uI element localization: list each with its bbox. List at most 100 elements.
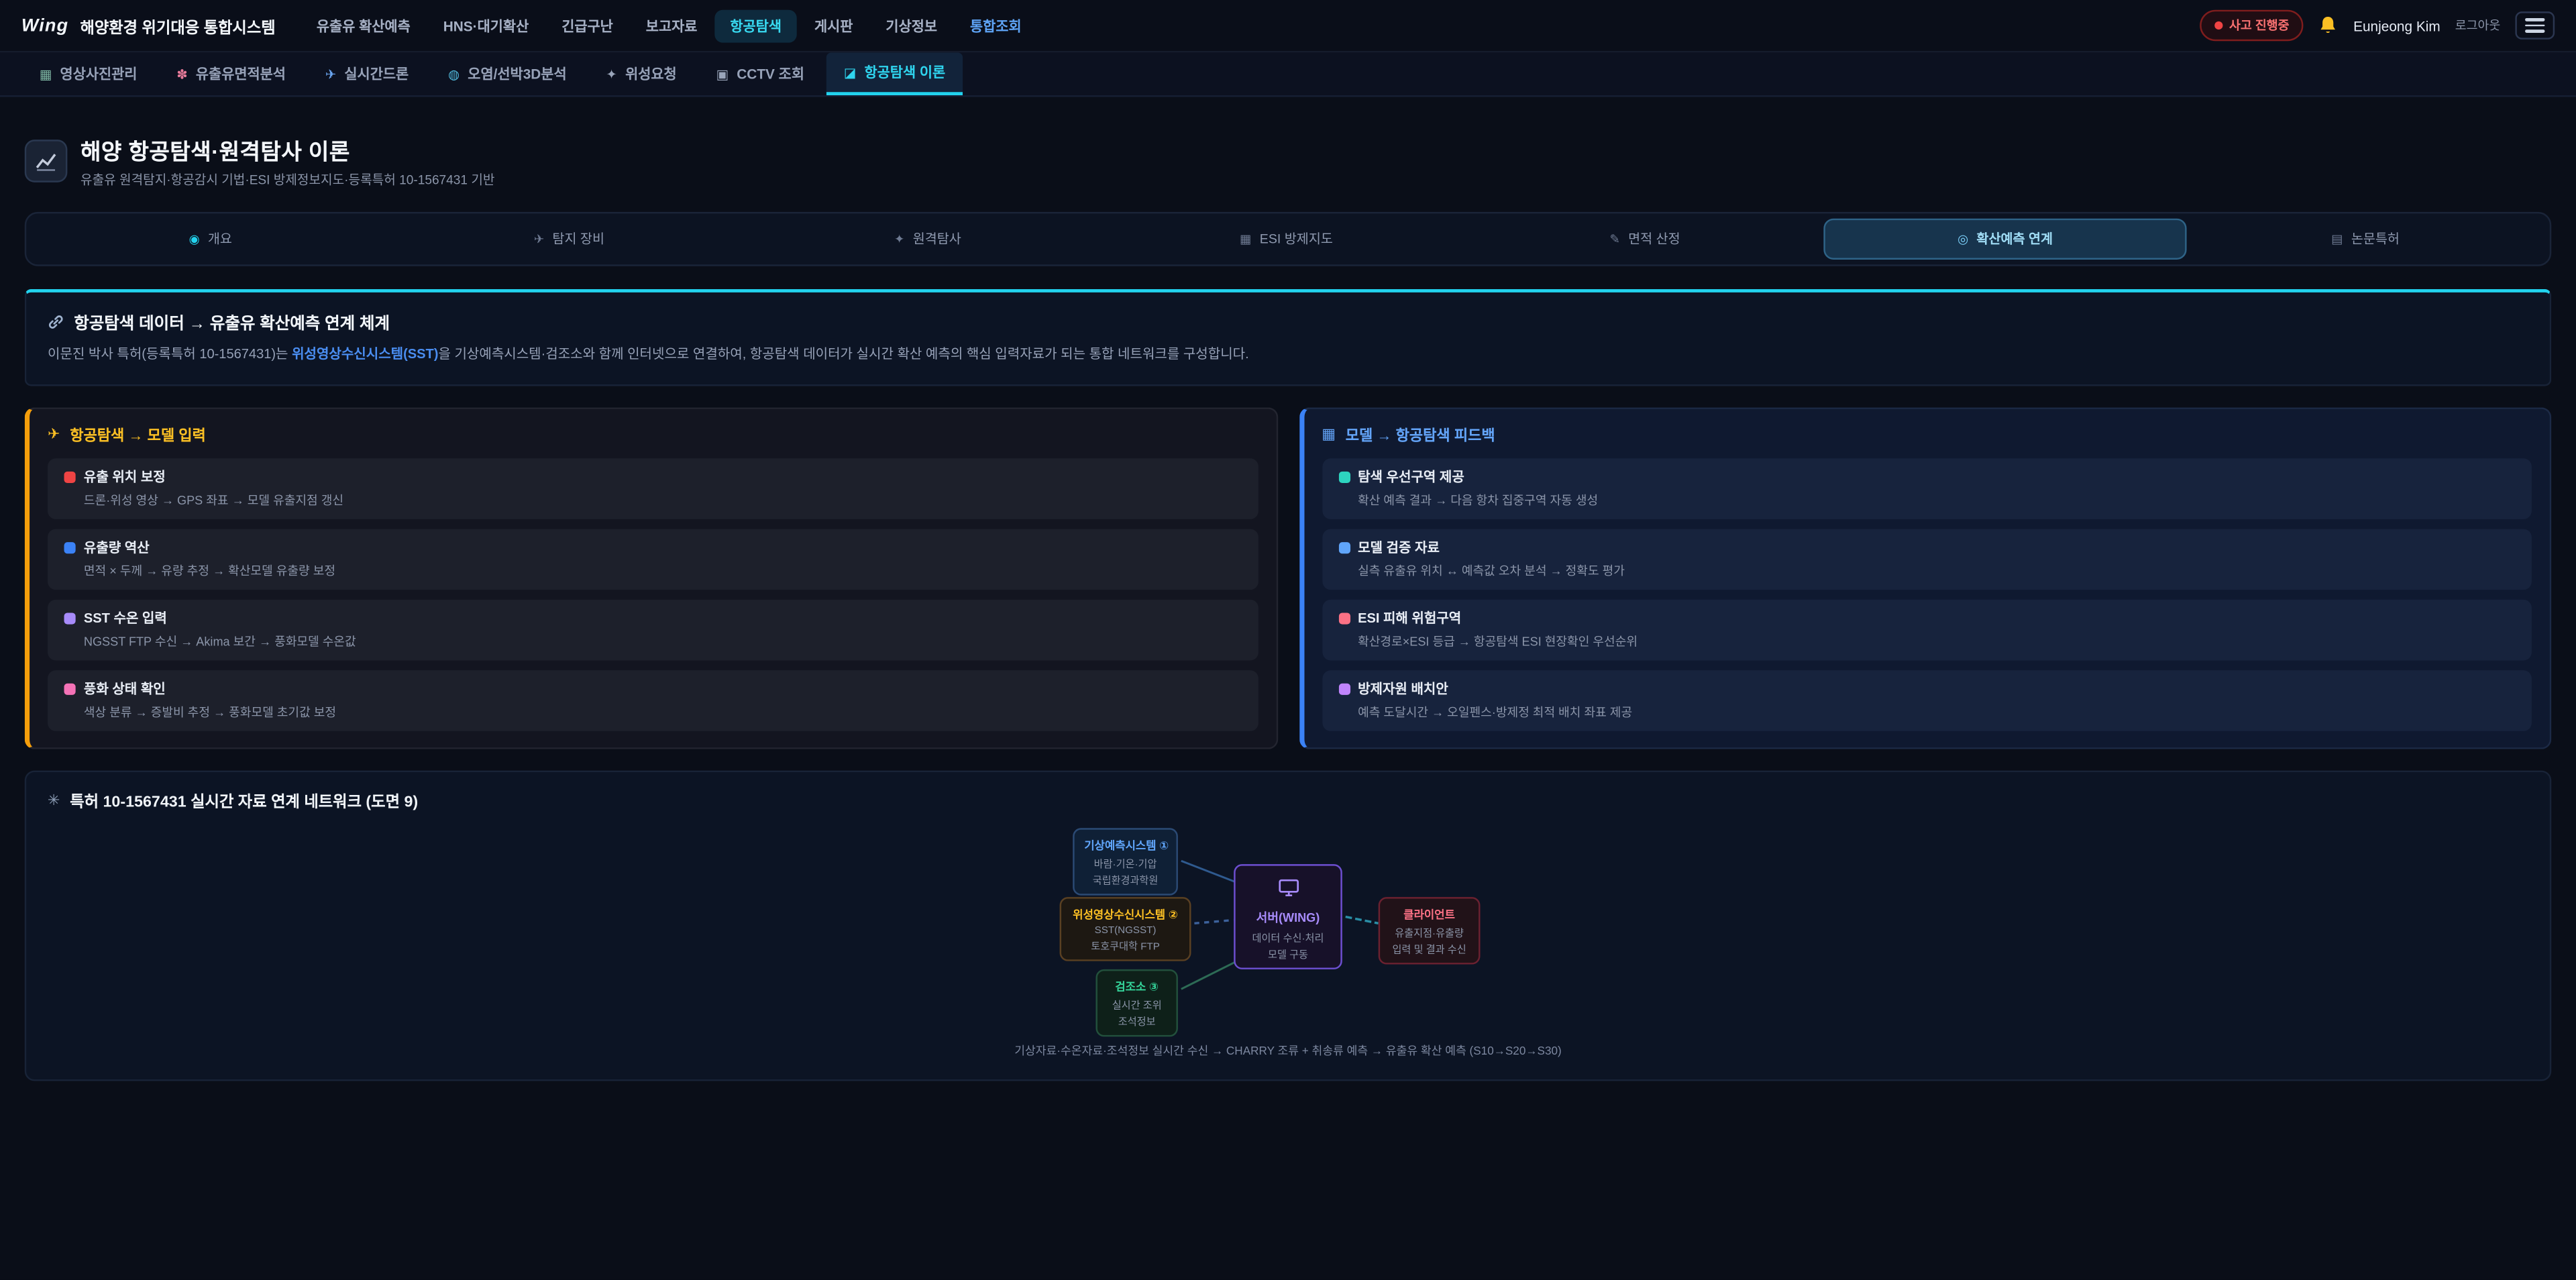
nav-item-hns[interactable]: HNS·대기확산 (429, 9, 544, 42)
page-header: 해양 항공탐색·원격탐사 이론 유출유 원격탐지·항공감시 기법·ESI 방제정… (25, 133, 2552, 189)
thermometer-icon (64, 612, 76, 624)
node-client: 클라이언트 유출지점·유출량 입력 및 결과 수신 (1379, 898, 1481, 965)
nav-item-diffusion[interactable]: 유출유 확산예측 (302, 9, 425, 42)
plane-icon: ✈ (48, 426, 60, 444)
map-icon: ▦ (1322, 426, 1336, 444)
wing-logo: Wing (21, 15, 68, 35)
node-line: 조석정보 (1108, 1014, 1167, 1029)
nav-item-integrated-search[interactable]: 통합조회 (955, 9, 1036, 42)
topbar: Wing 해양환경 위기대응 통합시스템 유출유 확산예측 HNS·대기확산 긴… (0, 0, 2576, 52)
sst-system-link[interactable]: 위성영상수신시스템(SST) (292, 347, 438, 362)
document-icon: ▤ (2331, 231, 2343, 246)
nav-item-board[interactable]: 게시판 (800, 9, 868, 42)
nav-item-weather-info[interactable]: 기상정보 (871, 9, 952, 42)
app-title: 해양환경 위기대응 통합시스템 (80, 14, 275, 37)
palette-icon (64, 683, 76, 694)
tab-label: 실시간드론 (344, 64, 409, 84)
item-title: 풍화 상태 확인 (84, 679, 166, 698)
item-desc: 색상 분류 → 증발비 추정 → 풍화모델 초기값 보정 (84, 704, 1241, 722)
list-item: ESI 피해 위험구역 확산경로×ESI 등급 → 항공탐색 ESI 현장확인 … (1322, 600, 2532, 661)
tab-realtime-drone[interactable]: ✈ 실시간드론 (307, 52, 427, 95)
nav-item-reports[interactable]: 보고자료 (631, 9, 712, 42)
logout-button[interactable]: 로그아웃 (2455, 16, 2501, 34)
map-icon: ▦ (1240, 231, 1251, 246)
tab-pollution-3d[interactable]: ◍ 오염/선박3D분석 (430, 52, 585, 95)
pill-label: 면적 산정 (1628, 230, 1680, 248)
overview-icon: ◉ (189, 231, 200, 246)
pill-remote-sensing[interactable]: ✦ 원격탐사 (749, 219, 1108, 260)
alert-icon (1338, 612, 1350, 624)
nav-item-aerial-search[interactable]: 항공탐색 (715, 9, 796, 42)
page-subtitle: 유출유 원격탐지·항공감시 기법·ESI 방제정보지도·등록특허 10-1567… (80, 171, 494, 189)
monitor-icon (1277, 879, 1299, 898)
item-title: SST 수온 입력 (84, 608, 167, 628)
pill-prediction-linkage[interactable]: ◎ 확산예측 연계 (1824, 219, 2186, 260)
node-title: 클라이언트 (1390, 906, 1469, 922)
linkage-text-post: 을 기상예측시스템·검조소와 함께 인터넷으로 연결하여, 항공탐색 데이터가 … (438, 347, 1248, 362)
tab-aerial-theory[interactable]: ◪ 항공탐색 이론 (826, 52, 963, 95)
pill-label: 확산예측 연계 (1976, 230, 2053, 248)
theory-chart-icon (25, 140, 68, 182)
tab-label: 항공탐색 이론 (865, 62, 946, 82)
bell-icon[interactable] (2319, 15, 2339, 36)
plane-icon: ✈ (534, 231, 544, 246)
cctv-icon: ▣ (716, 66, 729, 81)
item-desc: 예측 도달시간 → 오일펜스·방제정 최적 배치 좌표 제공 (1358, 704, 2515, 722)
pencil-icon: ✎ (1609, 231, 1619, 246)
aerial-to-model-card: ✈ 항공탐색 → 모델 입력 유출 위치 보정 드론·위성 영상 → GPS 좌… (25, 408, 1277, 749)
list-item: 유출량 역산 면적 × 두께 → 유량 추정 → 확산모델 유출량 보정 (48, 529, 1258, 590)
nav-item-rescue[interactable]: 긴급구난 (547, 9, 628, 42)
tab-cctv[interactable]: ▣ CCTV 조회 (698, 52, 822, 95)
item-title: 모델 검증 자료 (1358, 538, 1440, 557)
pill-detection-equipment[interactable]: ✈ 탐지 장비 (390, 219, 749, 260)
topbar-right: 사고 진행중 Eunjeong Kim 로그아웃 (2200, 10, 2555, 42)
item-desc: NGSST FTP 수신 → Akima 보간 → 풍화모델 수온값 (84, 633, 1241, 651)
list-item: 모델 검증 자료 실측 유출유 위치 ↔ 예측값 오차 분석 → 정확도 평가 (1322, 529, 2532, 590)
pill-esi-map[interactable]: ▦ ESI 방제지도 (1107, 219, 1466, 260)
chart-icon (1338, 542, 1350, 553)
node-wing-server: 서버(WING) 데이터 수신·처리 모델 구동 (1234, 865, 1342, 970)
hamburger-menu-button[interactable] (2515, 11, 2555, 40)
node-line: 입력 및 결과 수신 (1390, 942, 1469, 957)
node-line: 데이터 수신·처리 (1245, 930, 1330, 945)
zone-icon (1338, 471, 1350, 482)
node-line: 실시간 조위 (1108, 997, 1167, 1012)
tab-image-management[interactable]: ▦ 영상사진관리 (21, 52, 156, 95)
satellite-icon: ✦ (894, 231, 904, 246)
volume-icon (64, 542, 76, 553)
list-item: 방제자원 배치안 예측 도달시간 → 오일펜스·방제정 최적 배치 좌표 제공 (1322, 671, 2532, 732)
pill-papers-patents[interactable]: ▤ 논문특허 (2186, 219, 2545, 260)
incident-status-badge[interactable]: 사고 진행중 (2200, 10, 2304, 42)
linkage-paragraph: 이문진 박사 특허(등록특허 10-1567431)는 위성영상수신시스템(SS… (48, 345, 2528, 365)
tab-label: 위성요청 (625, 64, 677, 84)
item-desc: 드론·위성 영상 → GPS 좌표 → 모델 유출지점 갱신 (84, 492, 1241, 510)
pill-area-calculation[interactable]: ✎ 면적 산정 (1466, 219, 1825, 260)
network-web-icon: ✳ (48, 792, 60, 810)
pin-icon (64, 471, 76, 482)
app-root: Wing 해양환경 위기대응 통합시스템 유출유 확산예측 HNS·대기확산 긴… (0, 0, 2576, 1280)
incident-badge-label: 사고 진행중 (2229, 16, 2290, 34)
node-satellite-receiver: 위성영상수신시스템 ② SST(NGSST) 토호쿠대학 FTP (1060, 898, 1191, 962)
node-line: 바람·기온·기압 (1084, 855, 1166, 870)
feedback-card-title: ▦ 모델 → 항공탐색 피드백 (1322, 425, 2532, 446)
item-title: 탐색 우선구역 제공 (1358, 467, 1464, 486)
linkage-text-pre: 이문진 박사 특허(등록특허 10-1567431)는 (48, 347, 292, 362)
tab-oil-area-analysis[interactable]: ✽ 유출유면적분석 (158, 52, 304, 95)
item-desc: 확산경로×ESI 등급 → 항공탐색 ESI 현장확인 우선순위 (1358, 633, 2515, 651)
model-to-aerial-card: ▦ 모델 → 항공탐색 피드백 탐색 우선구역 제공 확산 예측 결과 → 다음… (1299, 408, 2551, 749)
link-icon: ◎ (1957, 231, 1968, 246)
pill-label: 논문특허 (2351, 230, 2400, 248)
pill-label: 원격탐사 (913, 230, 961, 248)
tab-satellite-request[interactable]: ✦ 위성요청 (588, 52, 694, 95)
pill-label: ESI 방제지도 (1260, 230, 1333, 248)
input-card-title-text: 항공탐색 → 모델 입력 (70, 425, 206, 446)
item-title: 유출 위치 보정 (84, 467, 166, 486)
item-title: 방제자원 배치안 (1358, 679, 1448, 698)
node-tide-station: 검조소 ③ 실시간 조위 조석정보 (1095, 970, 1177, 1037)
item-desc: 확산 예측 결과 → 다음 항차 집중구역 자동 생성 (1358, 492, 2515, 510)
tabbar: ▦ 영상사진관리 ✽ 유출유면적분석 ✈ 실시간드론 ◍ 오염/선박3D분석 ✦… (0, 52, 2576, 97)
list-item: SST 수온 입력 NGSST FTP 수신 → Akima 보간 → 풍화모델… (48, 600, 1258, 661)
list-item: 유출 위치 보정 드론·위성 영상 → GPS 좌표 → 모델 유출지점 갱신 (48, 459, 1258, 520)
pill-overview[interactable]: ◉ 개요 (32, 219, 390, 260)
node-line: 유출지점·유출량 (1390, 924, 1469, 939)
